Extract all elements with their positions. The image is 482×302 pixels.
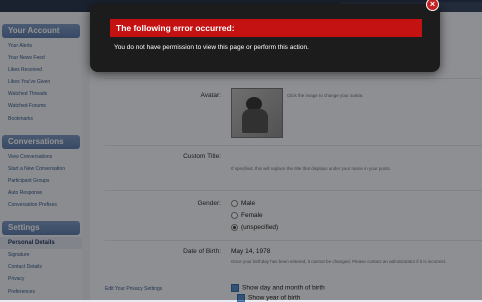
- error-title: The following error occurred:: [110, 19, 422, 37]
- error-dialog: The following error occurred: You do not…: [90, 4, 440, 72]
- error-message: You do not have permission to view this …: [114, 44, 309, 51]
